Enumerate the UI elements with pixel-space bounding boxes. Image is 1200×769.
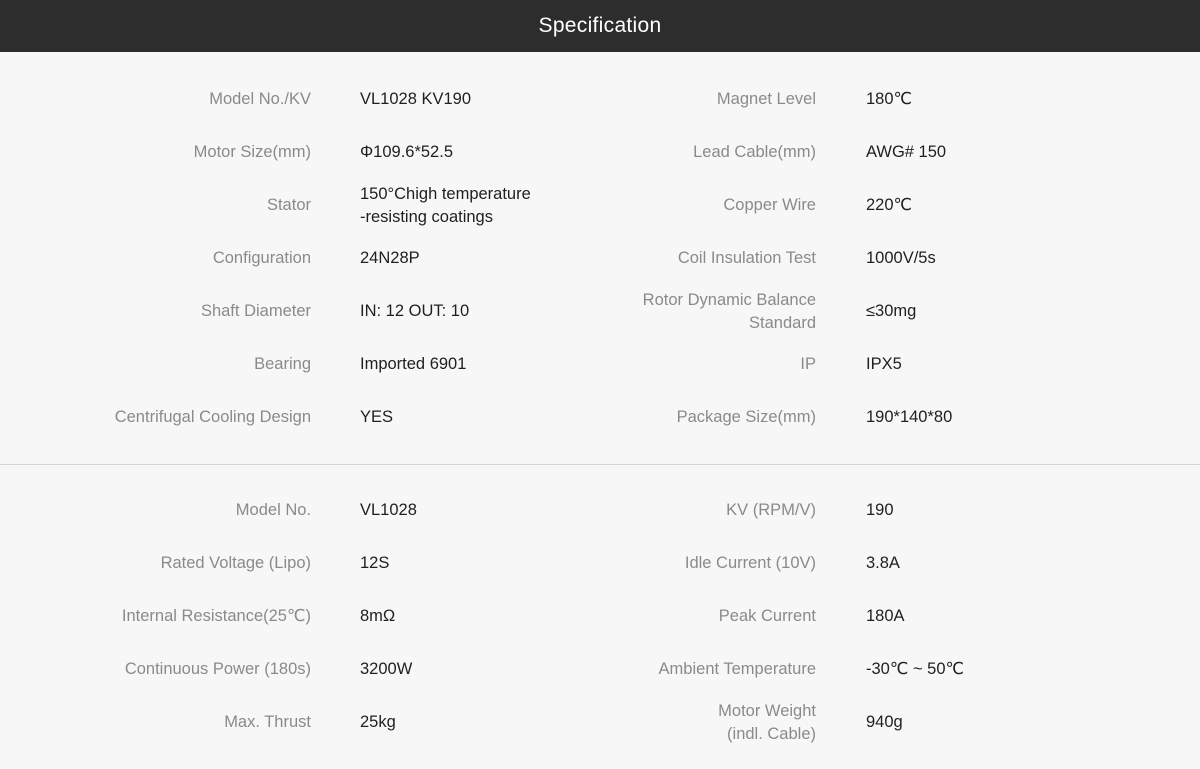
- spec-label: Peak Current: [718, 607, 816, 625]
- spec-value: AWG# 150: [866, 143, 947, 161]
- spec-row: Centrifugal Cooling Design YES Package S…: [0, 391, 1200, 444]
- spec-row: Continuous Power (180s) 3200W Ambient Te…: [0, 643, 1200, 696]
- spec-label: Rated Voltage (Lipo): [160, 554, 311, 572]
- spec-row: Max. Thrust 25kg Motor Weight (indl. Cab…: [0, 696, 1200, 749]
- spec-table-top: Model No./KV VL1028 KV190 Magnet Level 1…: [0, 73, 1200, 444]
- spec-value: 150°Chigh temperature -resisting coating…: [360, 184, 531, 226]
- section-divider: [0, 464, 1200, 465]
- spec-value: IN: 12 OUT: 10: [360, 302, 470, 320]
- spec-row: Stator 150°Chigh temperature -resisting …: [0, 179, 1200, 232]
- spec-row: Rated Voltage (Lipo) 12S Idle Current (1…: [0, 537, 1200, 590]
- spec-label: Max. Thrust: [224, 713, 311, 731]
- spec-label: Lead Cable(mm): [693, 143, 816, 161]
- spec-row: Model No. VL1028 KV (RPM/V) 190: [0, 484, 1200, 537]
- spec-value: VL1028: [360, 501, 417, 519]
- spec-value: 3.8A: [866, 554, 900, 572]
- spec-value: YES: [360, 408, 394, 426]
- spec-value: ≤30mg: [866, 302, 917, 320]
- spec-row: Motor Size(mm) Φ109.6*52.5 Lead Cable(mm…: [0, 126, 1200, 179]
- page-title: Specification: [538, 14, 662, 37]
- spec-label: Continuous Power (180s): [124, 660, 311, 678]
- spec-label: Configuration: [212, 249, 311, 267]
- spec-label: IP: [800, 355, 816, 373]
- spec-value: 180℃: [866, 90, 913, 108]
- spec-value: 940g: [866, 713, 903, 731]
- spec-label: Copper Wire: [723, 196, 816, 214]
- spec-label: Shaft Diameter: [200, 302, 311, 320]
- spec-value: -30℃ ~ 50℃: [866, 660, 965, 678]
- spec-label: Idle Current (10V): [684, 554, 816, 572]
- spec-value: 8mΩ: [360, 607, 396, 625]
- spec-row: Configuration 24N28P Coil Insulation Tes…: [0, 232, 1200, 285]
- spec-label: Model No.: [235, 501, 311, 519]
- spec-row: Shaft Diameter IN: 12 OUT: 10 Rotor Dyna…: [0, 285, 1200, 338]
- spec-value: IPX5: [866, 355, 902, 373]
- spec-label: Internal Resistance(25℃): [121, 607, 311, 625]
- spec-value: 220℃: [866, 196, 913, 214]
- spec-label: Ambient Temperature: [658, 660, 816, 678]
- spec-label: KV (RPM/V): [726, 501, 816, 519]
- spec-label: Rotor Dynamic Balance Standard: [642, 290, 816, 332]
- spec-label: Stator: [266, 196, 311, 214]
- spec-value: Φ109.6*52.5: [360, 143, 453, 161]
- spec-value: 12S: [360, 554, 390, 572]
- spec-value: 24N28P: [360, 249, 420, 267]
- spec-row: Model No./KV VL1028 KV190 Magnet Level 1…: [0, 73, 1200, 126]
- spec-value: Imported 6901: [360, 355, 467, 373]
- spec-value: 3200W: [360, 660, 413, 678]
- spec-label: Motor Weight (indl. Cable): [718, 701, 816, 743]
- spec-value: VL1028 KV190: [360, 90, 472, 108]
- spec-value: 25kg: [360, 713, 396, 731]
- spec-value: 1000V/5s: [866, 249, 936, 267]
- spec-label: Motor Size(mm): [193, 143, 311, 161]
- spec-label: Package Size(mm): [676, 408, 816, 426]
- spec-row: Internal Resistance(25℃) 8mΩ Peak Curren…: [0, 590, 1200, 643]
- spec-label: Bearing: [254, 355, 311, 373]
- spec-table-bottom: Model No. VL1028 KV (RPM/V) 190 Rated Vo…: [0, 484, 1200, 749]
- spec-value: 180A: [866, 607, 905, 625]
- spec-value: 190: [866, 501, 894, 519]
- spec-value: 190*140*80: [866, 408, 953, 426]
- spec-label: Model No./KV: [209, 90, 311, 108]
- spec-header: Specification: [0, 0, 1200, 52]
- spec-row: Bearing Imported 6901 IP IPX5: [0, 338, 1200, 391]
- spec-label: Centrifugal Cooling Design: [114, 408, 311, 426]
- spec-label: Magnet Level: [716, 90, 816, 108]
- spec-label: Coil Insulation Test: [677, 249, 816, 267]
